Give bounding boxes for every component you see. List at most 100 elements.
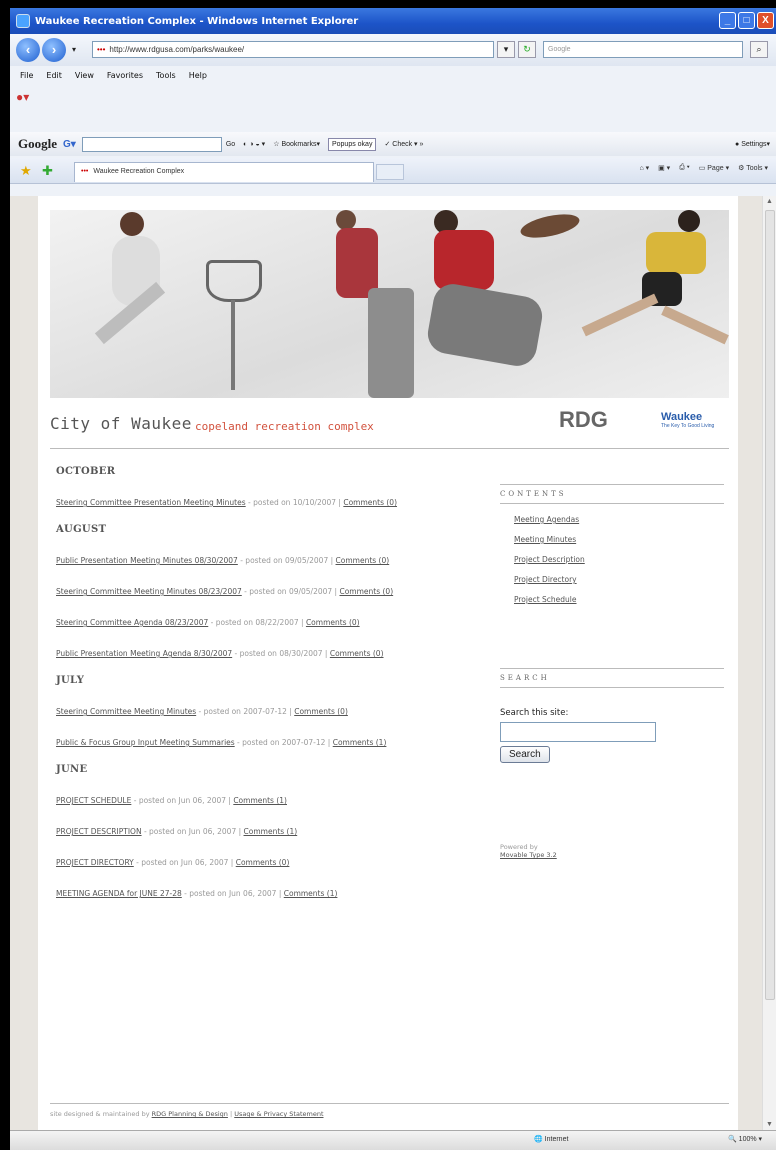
menu-favorites[interactable]: Favorites: [107, 71, 143, 87]
address-dropdown-icon[interactable]: ▾: [497, 41, 515, 58]
month-heading: AUGUST: [56, 524, 107, 535]
entry-title-link[interactable]: Steering Committee Presentation Meeting …: [56, 498, 246, 507]
entry-comments-link[interactable]: Comments (1): [244, 827, 298, 836]
menu-file[interactable]: File: [20, 71, 33, 87]
entry-comments-link[interactable]: Comments (0): [339, 587, 393, 596]
entry-title-link[interactable]: Public Presentation Meeting Minutes 08/3…: [56, 556, 238, 565]
sidebar-link-project-schedule[interactable]: Project Schedule: [514, 595, 577, 604]
entry-title-link[interactable]: PROJECT DIRECTORY: [56, 858, 134, 867]
check-label: Check: [392, 141, 413, 148]
waukee-tagline: The Key To Good Living: [661, 423, 715, 429]
menu-tools[interactable]: Tools: [156, 71, 176, 87]
movable-type-link[interactable]: Movable Type 3.2: [500, 851, 557, 859]
entry-comments-link[interactable]: Comments (1): [284, 889, 338, 898]
search-button[interactable]: Search: [500, 746, 550, 763]
entry-title-link[interactable]: MEETING AGENDA for JUNE 27-28: [56, 889, 182, 898]
refresh-icon[interactable]: ↻: [518, 41, 536, 58]
entry-posted-date: - posted on 10/10/2007 |: [245, 498, 344, 507]
page-menu[interactable]: ▭ Page ▾: [699, 164, 729, 172]
tab-title: Waukee Recreation Complex: [93, 168, 185, 175]
tab-waukee[interactable]: ••• Waukee Recreation Complex: [74, 162, 374, 182]
new-tab-button[interactable]: [376, 164, 404, 180]
sidebar-link-project-description[interactable]: Project Description: [514, 555, 585, 564]
browser-search-input[interactable]: Google: [543, 41, 743, 58]
security-zone: 🌐 Internet: [534, 1136, 569, 1143]
window-title-bar: Waukee Recreation Complex - Windows Inte…: [10, 8, 776, 34]
entry-title-link[interactable]: PROJECT DESCRIPTION: [56, 827, 142, 836]
tools-menu[interactable]: ⚙ Tools ▾: [738, 164, 768, 172]
back-icon[interactable]: ‹: [16, 38, 40, 62]
google-search-input[interactable]: [81, 136, 222, 152]
status-bar: 🌐 Internet 🔍 100% ▾: [10, 1130, 776, 1150]
contents-header: CONTENTS: [500, 484, 724, 504]
favorites-star-icon[interactable]: ★: [20, 163, 32, 179]
entry-title-link[interactable]: Steering Committee Agenda 08/23/2007: [56, 618, 208, 627]
sidebar-link-meeting-minutes[interactable]: Meeting Minutes: [514, 535, 576, 544]
entry-comments-link[interactable]: Comments (0): [306, 618, 360, 627]
site-search-input[interactable]: [500, 722, 656, 742]
site-favicon-icon: •••: [97, 45, 106, 54]
ie-icon: [16, 14, 30, 28]
google-logo: Google: [18, 136, 57, 151]
extension-icon[interactable]: ●▾: [16, 90, 29, 104]
settings-label: Settings: [741, 141, 767, 148]
archive-entry: Steering Committee Meeting Minutes - pos…: [56, 705, 476, 719]
sidebar-link-meeting-agendas[interactable]: Meeting Agendas: [514, 515, 579, 524]
entry-comments-link[interactable]: Comments (1): [333, 738, 387, 747]
add-favorite-icon[interactable]: ✚: [42, 163, 53, 179]
rdg-logo: RDG: [559, 407, 608, 433]
archive-entry: Steering Committee Agenda 08/23/2007 - p…: [56, 616, 476, 630]
google-go-button[interactable]: Go: [226, 141, 235, 148]
entry-comments-link[interactable]: Comments (0): [330, 649, 384, 658]
tab-favicon-icon: •••: [81, 168, 89, 175]
city-title: City of Waukee: [50, 414, 192, 433]
bookmarks-button[interactable]: ☆ Bookmarks▾: [273, 140, 320, 148]
disc-golf-basket: [206, 260, 262, 302]
archive-entry: Public Presentation Meeting Agenda 8/30/…: [56, 647, 476, 661]
feeds-icon[interactable]: ▣ ▾: [658, 164, 670, 172]
entry-title-link[interactable]: Public Presentation Meeting Agenda 8/30/…: [56, 649, 232, 658]
settings-button[interactable]: ● Settings▾: [735, 140, 770, 148]
entry-comments-link[interactable]: Comments (0): [236, 858, 290, 867]
scroll-down-icon[interactable]: ▼: [766, 1121, 773, 1128]
entry-comments-link[interactable]: Comments (0): [294, 707, 348, 716]
entry-posted-date: - posted on 2007-07-12 |: [234, 738, 333, 747]
sidebar-link-project-directory[interactable]: Project Directory: [514, 575, 577, 584]
google-tools-icon[interactable]: ◐ ◑ ◒ ▾: [243, 140, 265, 148]
google-g-icon[interactable]: G▾: [63, 139, 76, 150]
maximize-button[interactable]: □: [738, 12, 755, 29]
print-icon[interactable]: ⎙ ▾: [679, 164, 690, 172]
address-bar[interactable]: ••• http://www.rdgusa.com/parks/waukee/: [92, 41, 494, 58]
entry-posted-date: - posted on 09/05/2007 |: [241, 587, 340, 596]
entry-posted-date: - posted on 08/22/2007 |: [208, 618, 306, 627]
entry-comments-link[interactable]: Comments (1): [233, 796, 287, 805]
brand-header: City of Waukee copeland recreation compl…: [50, 407, 729, 449]
scroll-up-icon[interactable]: ▲: [766, 198, 773, 205]
search-header: SEARCH: [500, 668, 724, 688]
menu-help[interactable]: Help: [189, 71, 207, 87]
archive-entry: Public Presentation Meeting Minutes 08/3…: [56, 554, 476, 568]
entry-comments-link[interactable]: Comments (0): [336, 556, 390, 565]
entry-title-link[interactable]: Steering Committee Meeting Minutes: [56, 707, 196, 716]
close-button[interactable]: X: [757, 12, 774, 29]
privacy-link[interactable]: Usage & Privacy Statement: [234, 1110, 323, 1118]
menu-view[interactable]: View: [75, 71, 94, 87]
entry-title-link[interactable]: Public & Focus Group Input Meeting Summa…: [56, 738, 235, 747]
designer-link[interactable]: RDG Planning & Design: [152, 1110, 228, 1118]
popups-button[interactable]: Popups okay: [327, 137, 377, 151]
check-button[interactable]: ✓ Check ▾ »: [384, 140, 423, 148]
entry-comments-link[interactable]: Comments (0): [343, 498, 397, 507]
vertical-scrollbar[interactable]: ▲ ▼: [762, 196, 776, 1130]
history-dropdown-icon[interactable]: ▾: [72, 45, 76, 54]
minimize-button[interactable]: _: [719, 12, 736, 29]
entry-title-link[interactable]: Steering Committee Meeting Minutes 08/23…: [56, 587, 242, 596]
scrollbar-thumb[interactable]: [765, 210, 775, 1000]
google-toolbar: Google G▾ Go ◐ ◑ ◒ ▾ ☆ Bookmarks▾ Popups…: [10, 132, 776, 156]
forward-icon[interactable]: ›: [42, 38, 66, 62]
menu-edit[interactable]: Edit: [46, 71, 62, 87]
search-icon[interactable]: ⌕: [750, 41, 768, 58]
home-icon[interactable]: ⌂ ▾: [639, 164, 649, 172]
zoom-level[interactable]: 🔍 100% ▾: [728, 1135, 762, 1143]
archive-entry: PROJECT DESCRIPTION - posted on Jun 06, …: [56, 825, 476, 839]
entry-title-link[interactable]: PROJECT SCHEDULE: [56, 796, 131, 805]
